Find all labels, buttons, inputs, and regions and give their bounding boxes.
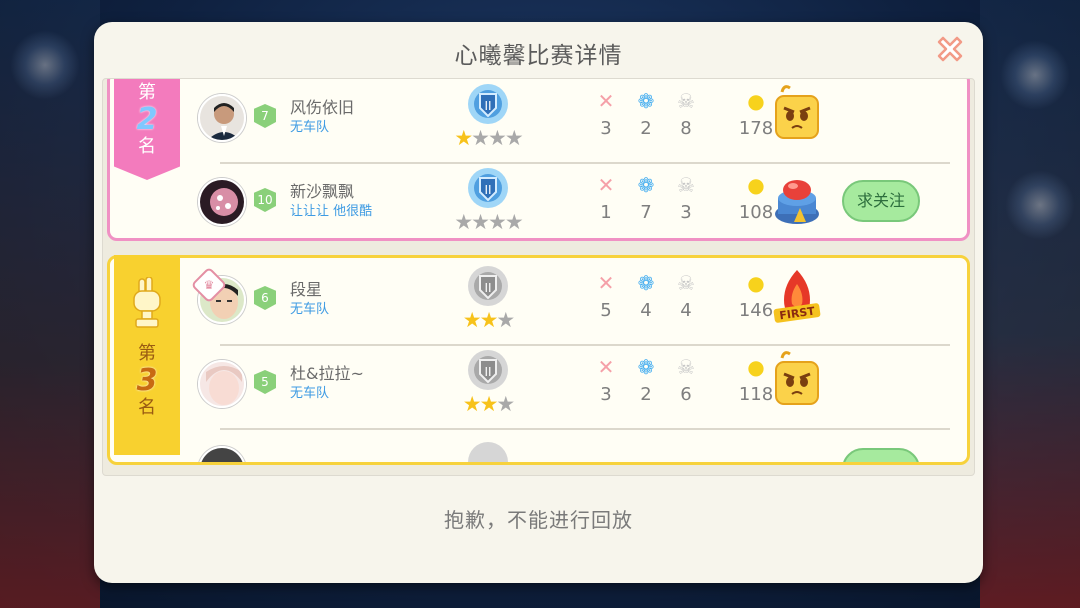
firework-decoration xyxy=(10,30,80,100)
star-rating: ★★★ xyxy=(462,392,515,416)
svg-text:FIRST: FIRST xyxy=(779,305,816,323)
skull-icon: ☠ xyxy=(677,355,695,379)
player-row: 7 风伤依旧 无车队 II ★★★★ ✕ 3 ❁ 2 ☠ 8 ● 178 xyxy=(190,80,960,164)
avatar[interactable] xyxy=(198,178,246,226)
match-details-dialog: 心曦馨比赛详情 第 2 名 7 风伤依旧 无车队 II ★★★★ ✕ 3 ❁ 2… xyxy=(94,22,983,583)
star-rating: ★★★★ xyxy=(454,126,523,150)
player-row-partial xyxy=(190,432,960,462)
team-name[interactable]: 让让让 他很酷 xyxy=(290,200,372,219)
kill-swords-icon: ✕ xyxy=(597,173,615,197)
close-x-icon xyxy=(937,36,963,62)
svg-text:II: II xyxy=(484,365,491,379)
assists-stat: ❁ 2 xyxy=(626,88,666,139)
row-divider xyxy=(220,428,950,430)
follow-button[interactable]: 求关注 xyxy=(842,180,920,222)
kill-swords-icon: ✕ xyxy=(597,89,615,113)
crown-icon: ♛ xyxy=(203,278,215,292)
firework-decoration xyxy=(1000,40,1070,110)
rank-number: 2 xyxy=(136,102,158,137)
star-rating: ★★★★ xyxy=(454,210,523,234)
rank-banner: 第 3 名 xyxy=(114,255,180,455)
player-row: ♛ 6 段星 无车队 II ★★★ ✕ 5 ❁ 4 ☠ 4 ● 146 FIRS… xyxy=(190,262,960,346)
blue-shield-medal-icon: II xyxy=(468,168,508,208)
silver-shield-medal-icon: II xyxy=(468,266,508,306)
level-badge: 5 xyxy=(254,370,276,394)
rank-banner: 第 2 名 xyxy=(114,79,180,180)
kills-stat: ✕ 3 xyxy=(586,88,626,139)
kill-swords-icon: ✕ xyxy=(597,355,615,379)
rank-suffix: 名 xyxy=(138,136,156,157)
close-button[interactable] xyxy=(933,32,967,66)
rank-prefix: 第 xyxy=(138,82,156,103)
angry-block-icon xyxy=(775,85,819,139)
kills-stat: ✕ 1 xyxy=(586,172,626,223)
player-name: 段星 xyxy=(290,280,323,299)
follow-button-partial[interactable] xyxy=(842,448,920,462)
assists-stat: ❁ 2 xyxy=(626,354,666,405)
firework-decoration xyxy=(1005,170,1075,240)
level-badge: 7 xyxy=(254,104,276,128)
level-badge: 10 xyxy=(254,188,276,212)
team-name[interactable]: 无车队 xyxy=(290,116,329,135)
team-name[interactable]: 无车队 xyxy=(290,298,329,317)
red-button-badge-icon xyxy=(775,180,819,224)
assists-stat: ❁ 4 xyxy=(626,270,666,321)
avatar[interactable] xyxy=(198,446,246,462)
player-result-list[interactable]: 第 2 名 7 风伤依旧 无车队 II ★★★★ ✕ 3 ❁ 2 ☠ 8 ● 1… xyxy=(102,78,975,476)
rank-number: 3 xyxy=(136,363,158,398)
blue-shield-medal-icon: II xyxy=(468,84,508,124)
rank-group-3: 第 3 名 ♛ 6 段星 无车队 II ★★★ ✕ 5 ❁ 4 ☠ 4 ● 14… xyxy=(107,255,970,465)
silver-shield-medal-icon xyxy=(468,442,508,462)
deaths-stat: ☠ 6 xyxy=(666,354,706,405)
player-name: 风伤依旧 xyxy=(290,98,355,117)
rank-suffix: 名 xyxy=(138,397,156,418)
deaths-stat: ☠ 8 xyxy=(666,88,706,139)
player-name: 新沙飘飘 xyxy=(290,182,355,201)
deaths-stat: ☠ 3 xyxy=(666,172,706,223)
replay-unavailable-message: 抱歉，不能进行回放 xyxy=(444,508,633,532)
angry-block-icon xyxy=(775,351,819,405)
rank-group-2: 第 2 名 7 风伤依旧 无车队 II ★★★★ ✕ 3 ❁ 2 ☠ 8 ● 1… xyxy=(107,79,970,244)
dialog-title: 心曦馨比赛详情 xyxy=(454,43,623,69)
avatar[interactable] xyxy=(198,360,246,408)
svg-text:II: II xyxy=(484,281,491,295)
paw-icon: ❁ xyxy=(637,355,655,379)
first-flame-badge-icon: FIRST xyxy=(773,270,821,323)
kills-stat: ✕ 5 xyxy=(586,270,626,321)
star-rating: ★★★ xyxy=(462,308,515,332)
skull-icon: ☠ xyxy=(677,173,695,197)
trophy-hand-icon xyxy=(133,276,161,328)
player-row: 5 杜&拉拉~ 无车队 II ★★★ ✕ 3 ❁ 2 ☠ 6 ● 118 xyxy=(190,346,960,430)
paw-icon: ❁ xyxy=(637,89,655,113)
silver-shield-medal-icon: II xyxy=(468,350,508,390)
team-name[interactable]: 无车队 xyxy=(290,382,329,401)
deaths-stat: ☠ 4 xyxy=(666,270,706,321)
skull-icon: ☠ xyxy=(677,89,695,113)
paw-icon: ❁ xyxy=(637,271,655,295)
player-row: 10 新沙飘飘 让让让 他很酷 II ★★★★ ✕ 1 ❁ 7 ☠ 3 ● 10… xyxy=(190,164,960,244)
svg-text:II: II xyxy=(484,183,491,197)
skull-icon: ☠ xyxy=(677,271,695,295)
player-name: 杜&拉拉~ xyxy=(290,364,364,383)
kills-stat: ✕ 3 xyxy=(586,354,626,405)
level-badge: 6 xyxy=(254,286,276,310)
svg-text:II: II xyxy=(484,99,491,113)
paw-icon: ❁ xyxy=(637,173,655,197)
assists-stat: ❁ 7 xyxy=(626,172,666,223)
rank-prefix: 第 xyxy=(138,343,156,364)
avatar[interactable] xyxy=(198,94,246,142)
kill-swords-icon: ✕ xyxy=(597,271,615,295)
